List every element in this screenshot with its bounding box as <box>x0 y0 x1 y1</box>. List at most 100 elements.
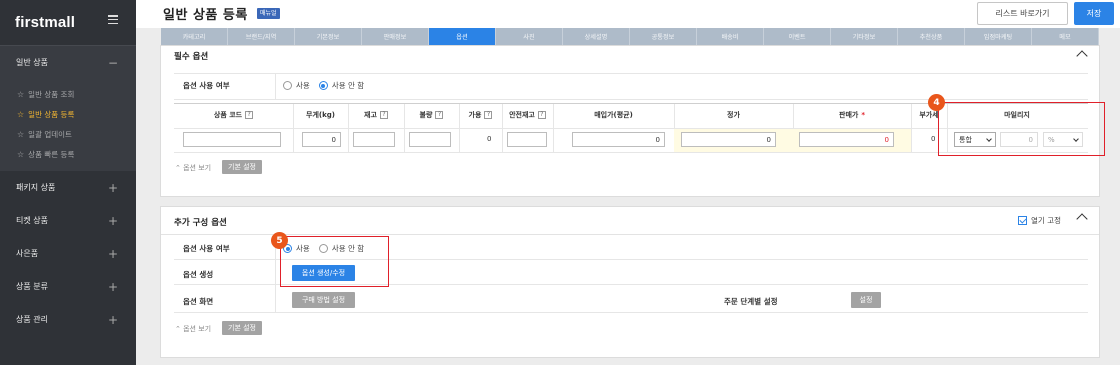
help-icon[interactable]: ? <box>245 111 254 119</box>
option-use-label: 옵션 사용 여부 <box>183 244 230 253</box>
expand-icon: + <box>107 312 118 327</box>
menu-group-label: 사은품 <box>16 249 39 258</box>
submenu-label: 일반 상품 조회 <box>28 89 75 99</box>
extra-use-row: 옵션 사용 여부 <box>183 243 230 254</box>
expand-icon: + <box>107 180 118 195</box>
available-value: 0 <box>487 135 492 143</box>
menu-group-label: 티켓 상품 <box>16 216 48 225</box>
submenu-item-bulk-update[interactable]: ☆ 일괄 업데이트 <box>0 124 136 144</box>
purchase-price-input[interactable]: 0 <box>572 132 665 147</box>
pin-open-toggle[interactable]: 열기 고정 <box>1018 215 1061 226</box>
product-code-input[interactable] <box>183 132 281 147</box>
option-use-row: 옵션 사용 여부 <box>183 80 230 91</box>
collapse-up-icon[interactable] <box>1076 50 1088 62</box>
hamburger-menu-icon[interactable] <box>108 15 118 24</box>
radio-not-use[interactable] <box>318 81 328 90</box>
collapse-up-icon[interactable] <box>1076 213 1088 225</box>
tab-basic-info[interactable]: 기본정보 <box>295 28 362 45</box>
menu-group-product-category[interactable]: 상품 분류 + <box>0 270 136 303</box>
defective-input[interactable] <box>409 132 451 147</box>
step-marker-5: 5 <box>271 232 288 249</box>
star-icon: ☆ <box>17 149 25 159</box>
pin-label: 열기 고정 <box>1031 216 1061 225</box>
submenu-item-quick-register[interactable]: ☆ 상품 빠른 등록 <box>0 144 136 164</box>
option-use-label: 옵션 사용 여부 <box>183 81 230 90</box>
sale-price-input[interactable]: 0 <box>799 132 894 147</box>
header-text: 안전재고 <box>509 111 535 119</box>
menu-group-label: 패키지 상품 <box>16 183 56 192</box>
menu-group-gifts[interactable]: 사은품 + <box>0 237 136 270</box>
tab-brand-region[interactable]: 브랜드/지역 <box>228 28 295 45</box>
submenu-label: 상품 빠른 등록 <box>28 149 75 159</box>
help-icon[interactable]: ? <box>379 111 388 119</box>
manual-badge[interactable]: 매뉴얼 <box>257 8 280 19</box>
tab-shipping[interactable]: 배송비 <box>697 28 764 45</box>
submenu-item-product-search[interactable]: ☆ 일반 상품 조회 <box>0 84 136 104</box>
help-icon[interactable]: ? <box>435 111 444 119</box>
panel-title: 추가 구성 옵션 <box>174 218 227 228</box>
option-view-label[interactable]: ⌃ 옵션 보기 <box>175 324 211 334</box>
panel-header: 추가 구성 옵션 열기 고정 <box>161 207 1099 235</box>
tab-options[interactable]: 옵션 <box>429 28 496 45</box>
menu-group-package-products[interactable]: 패키지 상품 + <box>0 171 136 204</box>
column-header-product-code: 상품 코드? <box>174 105 293 125</box>
order-step-row: 주문 단계별 설정 <box>724 296 778 307</box>
tab-category[interactable]: 카테고리 <box>161 28 228 45</box>
safety-stock-input[interactable] <box>507 132 547 147</box>
option-create-row: 옵션 생성 <box>183 269 213 280</box>
menu-group-ticket-products[interactable]: 티켓 상품 + <box>0 204 136 237</box>
column-header-list-price: 정가 <box>674 105 793 125</box>
default-settings-button[interactable]: 기본 설정 <box>222 321 262 335</box>
expand-icon: + <box>107 213 118 228</box>
sidebar: firstmall 일반 상품 − ☆ 일반 상품 조회 ☆ 일반 상품 등록 ☆ 일… <box>0 0 136 365</box>
star-icon: ☆ <box>17 129 25 139</box>
panel-title: 필수 옵션 <box>174 52 209 62</box>
submenu-item-product-register[interactable]: ☆ 일반 상품 등록 <box>0 104 136 124</box>
header-text: 판매가 <box>839 111 859 119</box>
radio-use-label: 사용 <box>296 81 310 90</box>
save-button[interactable]: 저장 <box>1074 2 1114 25</box>
column-header-defective: 불량? <box>404 105 459 125</box>
tab-sales-info[interactable]: 판매정보 <box>362 28 429 45</box>
header-text: 상품 코드 <box>213 111 243 119</box>
extra-options-panel: 추가 구성 옵션 열기 고정 옵션 사용 여부 사용 사용 안 함 옵션 생성 … <box>160 206 1100 358</box>
step-marker-4: 4 <box>928 94 945 111</box>
main-area: 일반 상품 등록 매뉴얼 리스트 바로가기 저장 카테고리 브랜드/지역 기본정… <box>136 0 1120 365</box>
tab-event[interactable]: 이벤트 <box>764 28 831 45</box>
column-header-purchase-price: 매입가(평균) <box>553 105 674 125</box>
column-header-safety-stock: 안전재고? <box>502 105 553 125</box>
highlight-box-extra-options <box>280 236 389 287</box>
help-icon[interactable]: ? <box>537 111 546 119</box>
top-bar: 일반 상품 등록 매뉴얼 리스트 바로가기 저장 <box>136 0 1120 28</box>
option-view-text: 옵션 보기 <box>183 164 212 172</box>
column-header-stock: 재고? <box>348 105 404 125</box>
pin-checkbox[interactable] <box>1018 216 1028 225</box>
section-tabs: 카테고리 브랜드/지역 기본정보 판매정보 옵션 사진 상세설명 공통정보 배송… <box>161 28 1099 45</box>
order-step-settings-button[interactable]: 설정 <box>851 292 881 308</box>
list-price-input[interactable]: 0 <box>681 132 776 147</box>
tab-marketing[interactable]: 입점마케팅 <box>965 28 1032 45</box>
tab-recommended[interactable]: 추천상품 <box>898 28 965 45</box>
option-screen-label: 옵션 화면 <box>183 297 214 306</box>
purchase-method-settings-button[interactable]: 구매 방법 설정 <box>292 292 355 308</box>
tab-description[interactable]: 상세설명 <box>563 28 630 45</box>
expand-icon: + <box>107 246 118 261</box>
tab-other-info[interactable]: 기타정보 <box>831 28 898 45</box>
required-mark: * <box>861 111 865 119</box>
weight-input[interactable]: 0 <box>302 132 341 147</box>
submenu-label: 일괄 업데이트 <box>28 129 72 139</box>
tab-common-info[interactable]: 공통정보 <box>630 28 697 45</box>
stock-input[interactable] <box>353 132 395 147</box>
menu-group-product-management[interactable]: 상품 관리 + <box>0 303 136 336</box>
header-text: 정가 <box>727 111 740 119</box>
menu-group-general-products[interactable]: 일반 상품 − <box>0 45 136 79</box>
radio-group: 사용 사용 안 함 <box>283 80 364 91</box>
required-options-panel: 필수 옵션 옵션 사용 여부 사용 사용 안 함 상품 코드? 무게(kg) 재… <box>160 45 1105 197</box>
help-icon[interactable]: ? <box>484 111 493 119</box>
radio-use[interactable] <box>283 81 292 90</box>
option-view-label[interactable]: ⌃ 옵션 보기 <box>175 163 211 173</box>
tab-photos[interactable]: 사진 <box>496 28 563 45</box>
tab-memo[interactable]: 메모 <box>1032 28 1099 45</box>
default-settings-button[interactable]: 기본 설정 <box>222 160 262 174</box>
go-to-list-button[interactable]: 리스트 바로가기 <box>977 2 1068 25</box>
